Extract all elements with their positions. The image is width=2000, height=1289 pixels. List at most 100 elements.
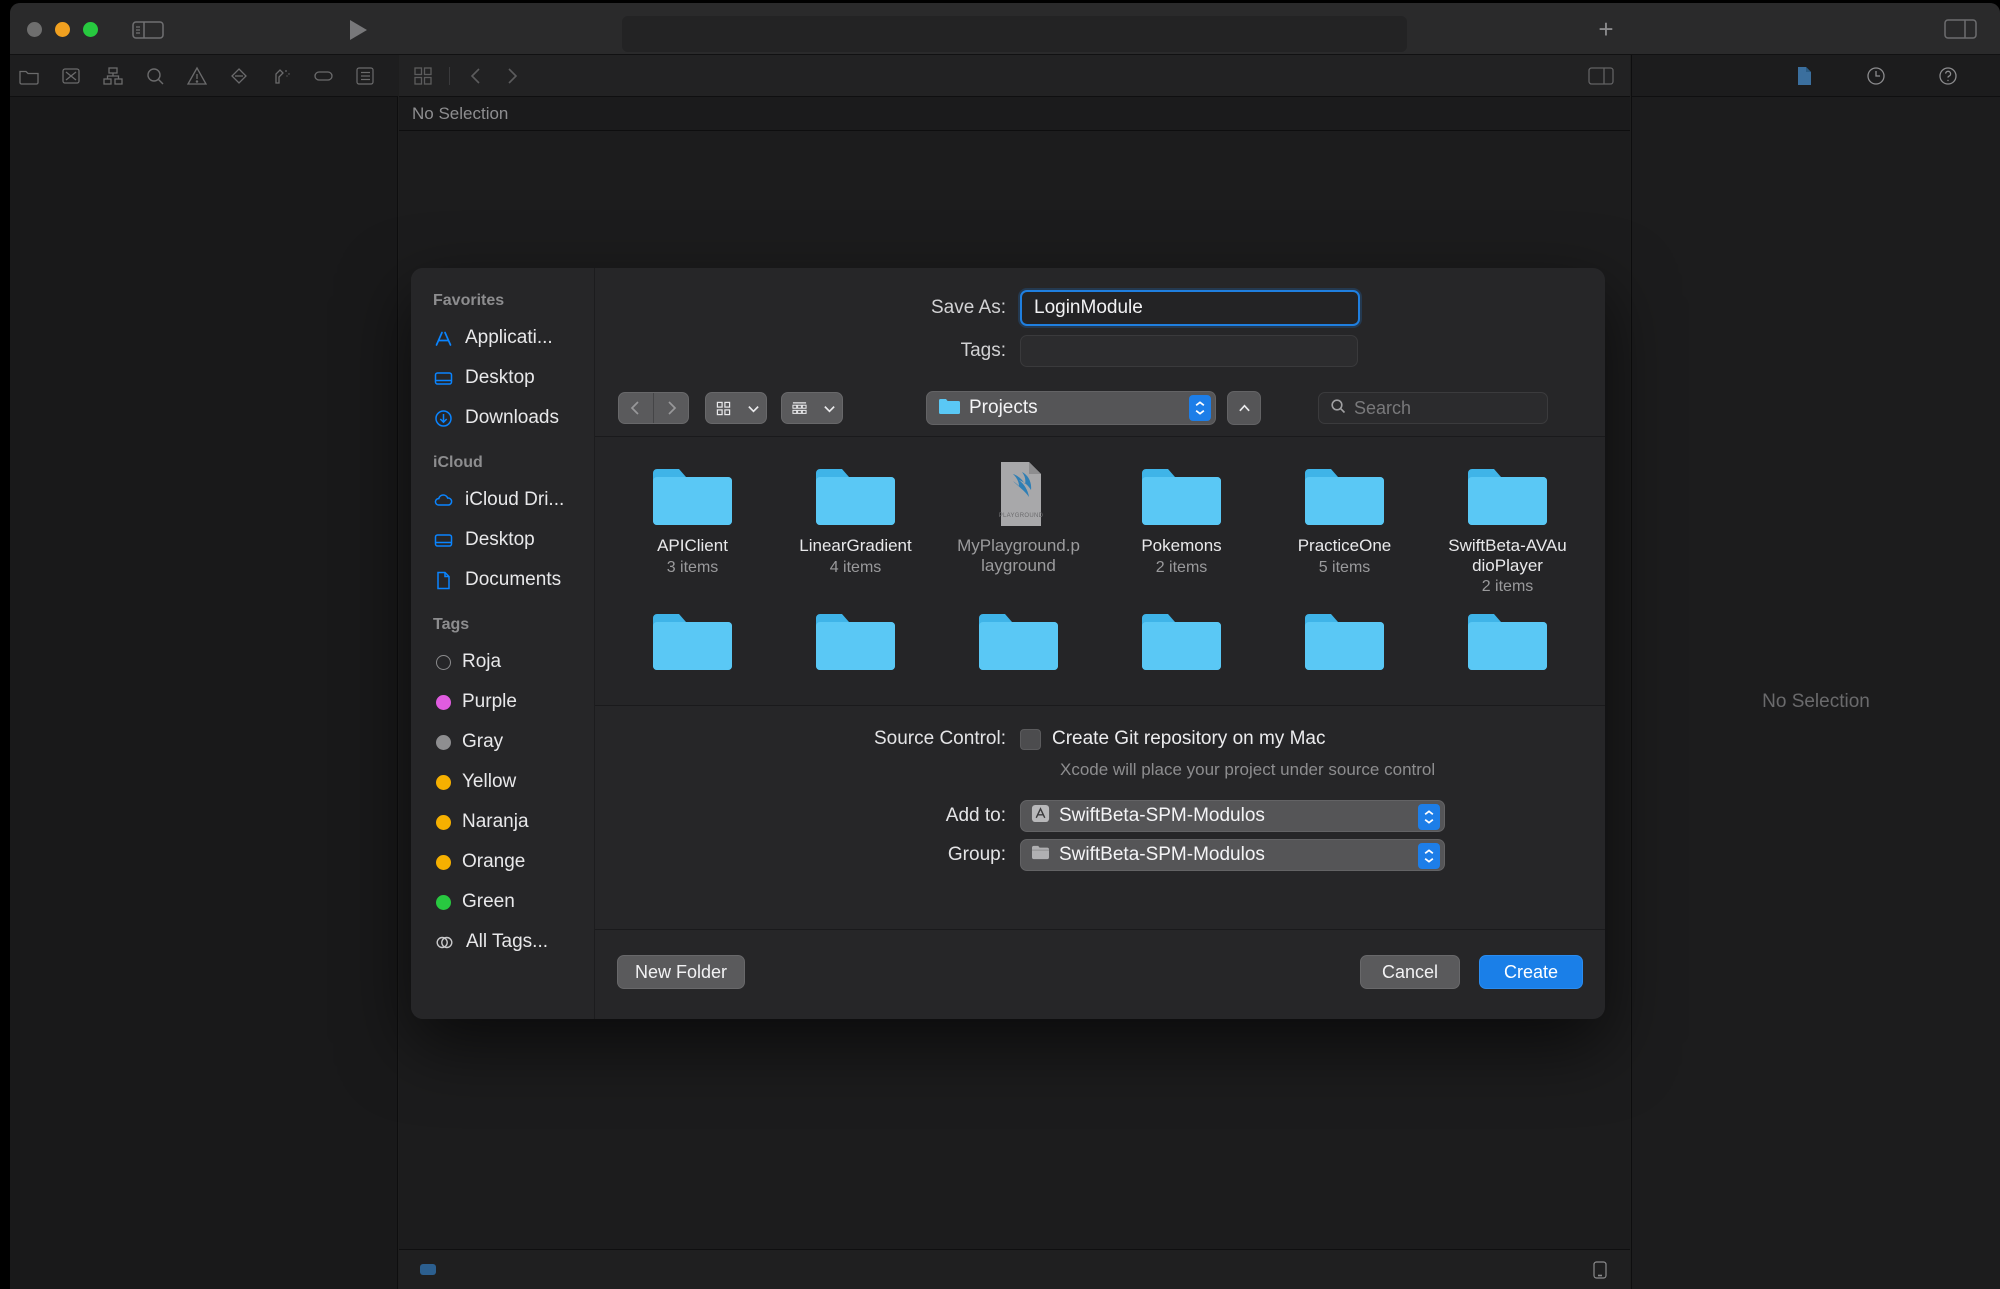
add-to-stepper[interactable] bbox=[1418, 804, 1440, 830]
editor-status-bar bbox=[399, 1249, 1630, 1289]
chevron-down-icon[interactable] bbox=[816, 393, 842, 423]
inspector-panel[interactable]: No Selection bbox=[1631, 55, 2000, 1289]
folder-icon bbox=[812, 459, 899, 529]
file-count: 4 items bbox=[829, 558, 882, 576]
search-icon[interactable] bbox=[144, 65, 166, 87]
file-item[interactable] bbox=[774, 604, 937, 681]
file-grid: APIClient 3 items LinearGradient 4 items bbox=[595, 437, 1605, 681]
sidebar-tag-yellow[interactable]: Yellow bbox=[411, 762, 594, 802]
report-icon[interactable] bbox=[270, 65, 292, 87]
path-popup-stepper[interactable] bbox=[1189, 395, 1211, 421]
sidebar-tag-naranja[interactable]: Naranja bbox=[411, 802, 594, 842]
group-by-button[interactable] bbox=[781, 392, 843, 424]
file-item[interactable]: Pokemons 2 items bbox=[1100, 459, 1263, 596]
file-name: LinearGradient bbox=[799, 536, 912, 555]
group-popup-button[interactable]: SwiftBeta-SPM-Modulos bbox=[1020, 839, 1445, 871]
sidebar-item-label: Desktop bbox=[465, 367, 535, 388]
maximize-window-button[interactable] bbox=[83, 22, 98, 37]
inspector-empty-label: No Selection bbox=[1762, 691, 1870, 712]
view-mode-button[interactable] bbox=[705, 392, 767, 424]
file-item[interactable] bbox=[1263, 604, 1426, 681]
applications-icon bbox=[433, 328, 454, 349]
icon-view-icon[interactable] bbox=[706, 393, 740, 423]
editor-options-icon[interactable] bbox=[1588, 66, 1614, 85]
cancel-button[interactable]: Cancel bbox=[1360, 955, 1460, 989]
source-control-icon[interactable] bbox=[60, 65, 82, 87]
file-browser[interactable]: APIClient 3 items LinearGradient 4 items bbox=[595, 436, 1605, 706]
add-button[interactable]: + bbox=[1592, 16, 1620, 44]
tag-icon[interactable] bbox=[312, 65, 334, 87]
path-popup-button[interactable]: Projects bbox=[926, 391, 1216, 425]
inspector-toggle-icon[interactable] bbox=[1944, 18, 1977, 40]
group-by-icon[interactable] bbox=[782, 393, 816, 423]
sidebar-tag-green[interactable]: Green bbox=[411, 882, 594, 922]
source-control-row: Source Control: Create Git repository on… bbox=[595, 728, 1325, 750]
sidebar-item-label: Downloads bbox=[465, 407, 559, 428]
chevron-down-icon[interactable] bbox=[740, 393, 766, 423]
history-inspector-icon[interactable] bbox=[1865, 65, 1887, 87]
browser-nav-segment[interactable] bbox=[618, 392, 689, 424]
file-item[interactable]: APIClient 3 items bbox=[611, 459, 774, 596]
file-name: APIClient bbox=[657, 536, 728, 555]
grid-icon[interactable] bbox=[413, 66, 433, 86]
file-item[interactable]: SwiftBeta-AVAudioPlayer 2 items bbox=[1426, 459, 1589, 596]
create-git-repo-checkbox[interactable] bbox=[1020, 728, 1041, 750]
save-dialog[interactable]: Favorites Applicati... Desktop Downloads… bbox=[411, 268, 1605, 1019]
sidebar-item-applications[interactable]: Applicati... bbox=[411, 318, 594, 358]
sidebar-item-desktop[interactable]: Desktop bbox=[411, 358, 594, 398]
sidebar-item-icloud-drive[interactable]: iCloud Dri... bbox=[411, 480, 594, 520]
sidebar-item-icloud-desktop[interactable]: Desktop bbox=[411, 520, 594, 560]
file-item[interactable] bbox=[1100, 604, 1263, 681]
sidebar-all-tags[interactable]: All Tags... bbox=[411, 922, 594, 962]
editor-toolbar bbox=[399, 55, 1630, 97]
go-up-button[interactable] bbox=[1227, 391, 1261, 425]
save-dialog-sidebar[interactable]: Favorites Applicati... Desktop Downloads… bbox=[411, 268, 595, 1019]
quick-help-icon[interactable] bbox=[1937, 65, 1959, 87]
forward-chevron-icon[interactable] bbox=[654, 393, 688, 423]
sidebar-toggle-icon[interactable] bbox=[132, 20, 164, 40]
back-chevron-icon[interactable] bbox=[619, 393, 653, 423]
add-to-popup-button[interactable]: SwiftBeta-SPM-Modulos bbox=[1020, 800, 1445, 832]
tags-input[interactable] bbox=[1020, 335, 1358, 367]
list-icon[interactable] bbox=[354, 65, 376, 87]
file-item[interactable] bbox=[1426, 604, 1589, 681]
sidebar-tag-roja[interactable]: Roja bbox=[411, 642, 594, 682]
search-field[interactable]: Search bbox=[1318, 392, 1548, 424]
hierarchy-icon[interactable] bbox=[102, 65, 124, 87]
project-navigator-panel[interactable] bbox=[10, 97, 398, 1289]
forward-chevron-icon[interactable] bbox=[502, 66, 522, 86]
run-button[interactable] bbox=[347, 18, 369, 42]
warning-icon[interactable] bbox=[186, 65, 208, 87]
file-item[interactable] bbox=[611, 604, 774, 681]
sidebar-tag-gray[interactable]: Gray bbox=[411, 722, 594, 762]
file-count: 3 items bbox=[666, 558, 719, 576]
file-inspector-icon[interactable] bbox=[1793, 65, 1815, 87]
close-window-button[interactable] bbox=[27, 22, 42, 37]
minimize-window-button[interactable] bbox=[55, 22, 70, 37]
file-item[interactable]: LinearGradient 4 items bbox=[774, 459, 937, 596]
activity-status-field[interactable] bbox=[622, 16, 1407, 52]
file-item[interactable]: PracticeOne 5 items bbox=[1263, 459, 1426, 596]
back-chevron-icon[interactable] bbox=[466, 66, 486, 86]
file-count: 2 items bbox=[1481, 578, 1534, 596]
sidebar-item-documents[interactable]: Documents bbox=[411, 560, 594, 600]
file-item[interactable]: PLAYGROUND MyPlayground.playground bbox=[937, 459, 1100, 596]
group-stepper[interactable] bbox=[1418, 843, 1440, 869]
new-folder-button[interactable]: New Folder bbox=[617, 955, 746, 989]
file-count: 2 items bbox=[1155, 558, 1208, 576]
create-button[interactable]: Create bbox=[1479, 955, 1583, 989]
file-item[interactable] bbox=[937, 604, 1100, 681]
save-as-input[interactable] bbox=[1020, 290, 1360, 326]
tag-dot-icon bbox=[436, 854, 451, 870]
breakpoint-icon[interactable] bbox=[228, 65, 250, 87]
status-device-icon[interactable] bbox=[1593, 1261, 1607, 1279]
status-tag-icon[interactable] bbox=[419, 1262, 437, 1277]
sidebar-tag-purple[interactable]: Purple bbox=[411, 682, 594, 722]
editor-jump-bar[interactable]: No Selection bbox=[399, 97, 1630, 131]
sidebar-item-downloads[interactable]: Downloads bbox=[411, 398, 594, 438]
sidebar-tag-orange[interactable]: Orange bbox=[411, 842, 594, 882]
group-label: Group: bbox=[947, 844, 1006, 865]
all-tags-icon bbox=[434, 932, 455, 953]
folder-icon[interactable] bbox=[18, 65, 40, 87]
sidebar-item-label: Roja bbox=[462, 651, 502, 672]
